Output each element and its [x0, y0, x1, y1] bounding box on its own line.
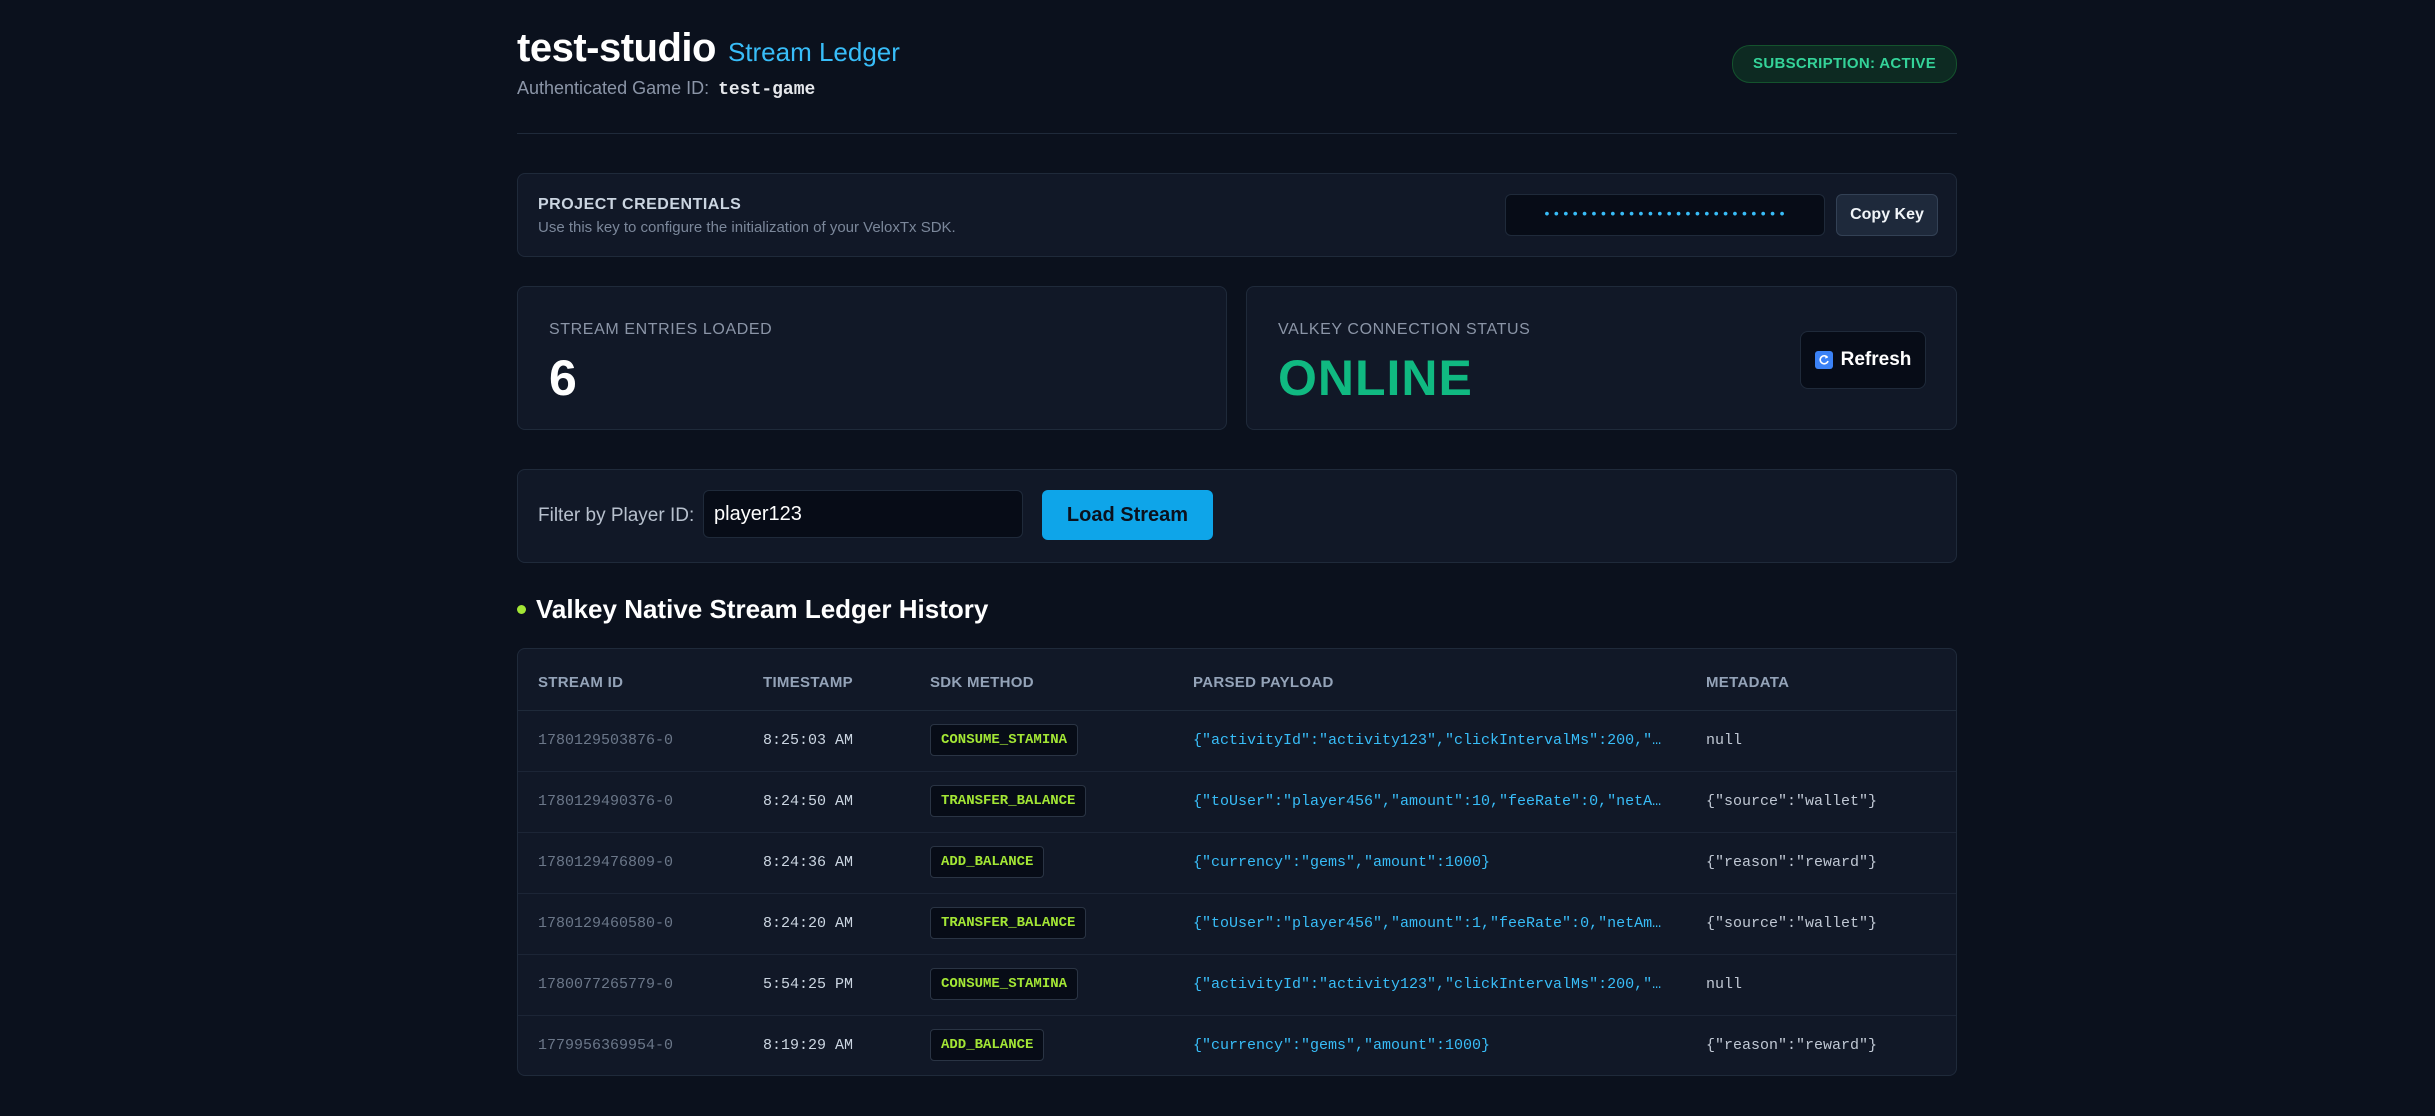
column-sdk-method: SDK METHOD [930, 674, 1034, 691]
method-badge: TRANSFER_BALANCE [930, 785, 1087, 818]
table-row: 1780129476809-0 8:24:36 AM ADD_BALANCE {… [518, 833, 1956, 894]
connection-status-card: VALKEY CONNECTION STATUS ONLINE Refresh [1246, 286, 1957, 430]
sdk-method: ADD_BALANCE [930, 1016, 1045, 1075]
method-badge: CONSUME_STAMINA [930, 724, 1079, 757]
refresh-label: Refresh [1840, 349, 1912, 370]
timestamp: 5:54:25 PM [763, 976, 854, 993]
auth-label: Authenticated Game ID: [517, 78, 710, 98]
ledger-table: STREAM ID TIMESTAMP SDK METHOD PARSED PA… [517, 648, 1957, 1076]
parsed-payload: {"activityId":"activity123","clickInterv… [1193, 732, 1662, 749]
metadata: null [1706, 976, 1743, 993]
method-badge: ADD_BALANCE [930, 1029, 1045, 1062]
parsed-payload: {"activityId":"activity123","clickInterv… [1193, 976, 1662, 993]
game-id: test-game [718, 80, 816, 100]
player-id-input[interactable] [703, 490, 1023, 538]
parsed-payload: {"currency":"gems","amount":1000} [1193, 854, 1491, 871]
timestamp: 8:19:29 AM [763, 1037, 854, 1054]
entries-label: STREAM ENTRIES LOADED [549, 321, 773, 338]
status-label: VALKEY CONNECTION STATUS [1278, 321, 1531, 338]
sdk-method: CONSUME_STAMINA [930, 955, 1079, 1015]
refresh-icon [1814, 351, 1833, 369]
credentials-description: Use this key to configure the initializa… [538, 219, 956, 236]
header: test-studio Stream Ledger Authenticated … [517, 0, 1957, 134]
parsed-payload: {"currency":"gems","amount":1000} [1193, 1037, 1491, 1054]
metadata: null [1706, 732, 1743, 749]
stream-id: 1780129490376-0 [538, 793, 674, 810]
table-row: 1780129503876-0 8:25:03 AM CONSUME_STAMI… [518, 711, 1956, 772]
table-header: STREAM ID TIMESTAMP SDK METHOD PARSED PA… [518, 649, 1956, 711]
filter-label: Filter by Player ID: [538, 505, 695, 526]
method-badge: CONSUME_STAMINA [930, 968, 1079, 1001]
column-metadata: METADATA [1706, 674, 1790, 691]
timestamp: 8:25:03 AM [763, 732, 854, 749]
table-row: 1779956369954-0 8:19:29 AM ADD_BALANCE {… [518, 1016, 1956, 1075]
parsed-payload: {"toUser":"player456","amount":10,"feeRa… [1193, 793, 1662, 810]
parsed-payload: {"toUser":"player456","amount":1,"feeRat… [1193, 915, 1662, 932]
stream-id: 1780077265779-0 [538, 976, 674, 993]
filter-panel: Filter by Player ID: Load Stream [517, 469, 1957, 563]
metadata: {"source":"wallet"} [1706, 915, 1878, 932]
auth-info: Authenticated Game ID: test-game [517, 78, 815, 100]
table-row: 1780129460580-0 8:24:20 AM TRANSFER_BALA… [518, 894, 1956, 955]
subscription-badge: SUBSCRIPTION: ACTIVE [1732, 45, 1957, 83]
stream-entries-card: STREAM ENTRIES LOADED 6 [517, 286, 1227, 430]
stream-id: 1780129503876-0 [538, 732, 674, 749]
metadata: {"reason":"reward"} [1706, 1037, 1878, 1054]
credentials-title: PROJECT CREDENTIALS [538, 196, 742, 213]
status-dot-icon [517, 605, 526, 614]
sdk-method: TRANSFER_BALANCE [930, 894, 1087, 954]
table-row: 1780077265779-0 5:54:25 PM CONSUME_STAMI… [518, 955, 1956, 1016]
sdk-method: ADD_BALANCE [930, 833, 1045, 893]
history-heading: Valkey Native Stream Ledger History [517, 594, 988, 625]
dashboard: test-studio Stream Ledger Authenticated … [517, 0, 1957, 1076]
column-stream-id: STREAM ID [538, 674, 624, 691]
load-stream-button[interactable]: Load Stream [1042, 490, 1213, 540]
metadata: {"reason":"reward"} [1706, 854, 1878, 871]
column-timestamp: TIMESTAMP [763, 674, 853, 691]
stream-id: 1779956369954-0 [538, 1037, 674, 1054]
timestamp: 8:24:50 AM [763, 793, 854, 810]
project-credentials-panel: PROJECT CREDENTIALS Use this key to conf… [517, 173, 1957, 257]
copy-key-button[interactable]: Copy Key [1836, 194, 1938, 236]
sdk-method: TRANSFER_BALANCE [930, 772, 1087, 832]
column-parsed-payload: PARSED PAYLOAD [1193, 674, 1334, 691]
timestamp: 8:24:36 AM [763, 854, 854, 871]
timestamp: 8:24:20 AM [763, 915, 854, 932]
method-badge: ADD_BALANCE [930, 846, 1045, 879]
api-key-field[interactable]: •••••••••••••••••••••••••• [1505, 194, 1825, 236]
refresh-button[interactable]: Refresh [1800, 331, 1926, 389]
history-title: Valkey Native Stream Ledger History [536, 594, 989, 624]
metadata: {"source":"wallet"} [1706, 793, 1878, 810]
sdk-method: CONSUME_STAMINA [930, 711, 1079, 771]
studio-name: test-studio [517, 26, 716, 70]
status-value: ONLINE [1278, 350, 1473, 406]
stream-id: 1780129476809-0 [538, 854, 674, 871]
app-title: Stream Ledger [727, 37, 900, 67]
entries-count: 6 [549, 350, 577, 406]
method-badge: TRANSFER_BALANCE [930, 907, 1087, 940]
table-row: 1780129490376-0 8:24:50 AM TRANSFER_BALA… [518, 772, 1956, 833]
stream-id: 1780129460580-0 [538, 915, 674, 932]
brand: test-studio Stream Ledger [517, 26, 900, 71]
